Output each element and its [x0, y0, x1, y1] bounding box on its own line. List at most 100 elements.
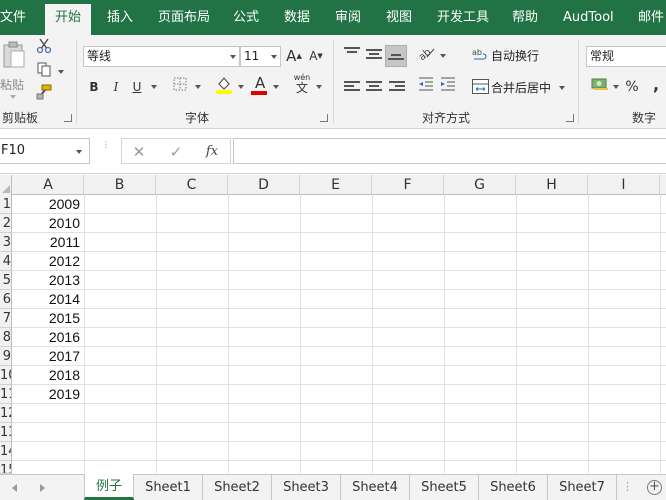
column-header-i[interactable]: I — [588, 175, 660, 195]
underline-dropdown-icon[interactable] — [151, 85, 157, 89]
column-header-b[interactable]: B — [84, 175, 156, 195]
splitter-dots[interactable]: ⋮ — [102, 141, 110, 157]
sheet-tab-sheet6[interactable]: Sheet6 — [479, 475, 548, 500]
font-size-select[interactable]: 11 — [240, 46, 281, 67]
phonetic-guide-button[interactable]: wén 文 — [290, 73, 314, 97]
cell-a3[interactable]: 2011 — [13, 233, 82, 252]
tab-audtool[interactable]: AudTool — [563, 0, 614, 35]
cell-a11[interactable]: 2019 — [13, 385, 82, 404]
tab-developer[interactable]: 开发工具 — [437, 0, 489, 35]
copy-button[interactable] — [34, 61, 54, 81]
paste-button[interactable]: 粘贴 — [0, 39, 30, 103]
underline-button[interactable]: U — [127, 77, 147, 97]
row-header[interactable]: 14 — [0, 442, 12, 461]
scroll-sheets-right-icon[interactable] — [40, 484, 45, 492]
row-header[interactable]: 12 — [0, 404, 12, 423]
tab-file[interactable]: 文件 — [0, 0, 26, 35]
tab-home[interactable]: 开始 — [45, 4, 92, 35]
row-header[interactable]: 15 — [0, 461, 12, 474]
align-middle-icon[interactable] — [366, 49, 382, 63]
row-header[interactable]: 4 — [0, 252, 12, 271]
tab-insert[interactable]: 插入 — [107, 0, 133, 35]
copy-dropdown-icon[interactable] — [58, 70, 64, 74]
cell-a7[interactable]: 2015 — [13, 309, 82, 328]
decrease-font-size-button[interactable]: A▼ — [306, 46, 326, 66]
merge-center-button[interactable]: 合并后居中 — [471, 76, 571, 98]
decrease-indent-button[interactable] — [416, 77, 436, 97]
orientation-button[interactable]: ab — [416, 45, 436, 65]
formula-input[interactable] — [233, 138, 666, 164]
cell-a13[interactable] — [13, 423, 82, 442]
fill-color-dropdown-icon[interactable] — [238, 85, 244, 89]
sheet-tab-sheet3[interactable]: Sheet3 — [272, 475, 341, 500]
row-header[interactable]: 10 — [0, 366, 12, 385]
row-header[interactable]: 11 — [0, 385, 12, 404]
sheet-tabs-more[interactable]: ⋮ — [622, 480, 633, 493]
tab-formulas[interactable]: 公式 — [233, 0, 259, 35]
sheet-tab-sheet2[interactable]: Sheet2 — [203, 475, 272, 500]
font-color-dropdown-icon[interactable] — [273, 85, 279, 89]
increase-indent-button[interactable] — [438, 77, 458, 97]
row-header[interactable]: 2 — [0, 214, 12, 233]
align-center-icon[interactable] — [366, 81, 382, 95]
sheet-tab-sheet5[interactable]: Sheet5 — [410, 475, 479, 500]
cell-a14[interactable] — [13, 442, 82, 461]
cell-a10[interactable]: 2018 — [13, 366, 82, 385]
row-header[interactable]: 5 — [0, 271, 12, 290]
align-bottom-button[interactable] — [385, 45, 407, 67]
border-dropdown-icon[interactable] — [195, 85, 201, 89]
align-right-icon[interactable] — [389, 81, 405, 95]
tab-review[interactable]: 审阅 — [335, 0, 361, 35]
clipboard-launcher-icon[interactable] — [64, 114, 72, 122]
wrap-text-button[interactable]: ab 自动换行 — [471, 45, 571, 67]
cell-a1[interactable]: 2009 — [13, 195, 82, 214]
column-header-a[interactable]: A — [13, 175, 84, 195]
sheet-tab-sheet7[interactable]: Sheet7 — [548, 475, 617, 500]
column-header-c[interactable]: C — [156, 175, 228, 195]
add-sheet-icon[interactable]: + — [647, 480, 662, 495]
column-header-f[interactable]: F — [372, 175, 444, 195]
row-header[interactable]: 13 — [0, 423, 12, 442]
cell-a5[interactable]: 2013 — [13, 271, 82, 290]
column-header-g[interactable]: G — [444, 175, 516, 195]
name-box[interactable]: F10 — [0, 138, 90, 164]
percent-style-button[interactable]: % — [622, 77, 642, 97]
row-header[interactable]: 9 — [0, 347, 12, 366]
tab-help[interactable]: 帮助 — [512, 0, 538, 35]
column-header-e[interactable]: E — [300, 175, 372, 195]
row-header[interactable]: 6 — [0, 290, 12, 309]
enter-icon[interactable]: ✓ — [165, 142, 187, 162]
increase-font-size-button[interactable]: A▲ — [284, 46, 304, 66]
scroll-sheets-left-icon[interactable] — [12, 484, 17, 492]
italic-button[interactable]: I — [106, 77, 126, 97]
accounting-format-button[interactable] — [590, 77, 610, 97]
select-all-button[interactable] — [0, 175, 12, 195]
cell-a8[interactable]: 2016 — [13, 328, 82, 347]
bold-button[interactable]: B — [84, 77, 104, 97]
accounting-dropdown-icon[interactable] — [613, 85, 619, 89]
row-header[interactable]: 7 — [0, 309, 12, 328]
alignment-launcher-icon[interactable] — [566, 114, 574, 122]
cut-button[interactable] — [34, 38, 54, 58]
row-header[interactable]: 1 — [0, 195, 12, 214]
tab-view[interactable]: 视图 — [386, 0, 412, 35]
cell-a12[interactable] — [13, 404, 82, 423]
fill-color-button[interactable] — [214, 75, 234, 95]
border-button[interactable] — [170, 77, 190, 97]
font-launcher-icon[interactable] — [320, 114, 328, 122]
orientation-dropdown-icon[interactable] — [440, 54, 446, 58]
comma-style-button[interactable]: , — [646, 75, 666, 95]
font-color-button[interactable]: A — [250, 74, 270, 95]
align-left-icon[interactable] — [344, 81, 360, 95]
tab-data[interactable]: 数据 — [284, 0, 310, 35]
format-painter-button[interactable] — [34, 84, 54, 104]
font-name-select[interactable]: 等线 — [83, 46, 240, 67]
row-header[interactable]: 8 — [0, 328, 12, 347]
sheet-tab-sheet4[interactable]: Sheet4 — [341, 475, 410, 500]
cell-a6[interactable]: 2014 — [13, 290, 82, 309]
cell-a4[interactable]: 2012 — [13, 252, 82, 271]
sheet-tab-example[interactable]: 例子 — [84, 474, 134, 500]
align-top-icon[interactable] — [344, 47, 360, 61]
cancel-icon[interactable]: ✕ — [128, 142, 150, 162]
row-header[interactable]: 3 — [0, 233, 12, 252]
